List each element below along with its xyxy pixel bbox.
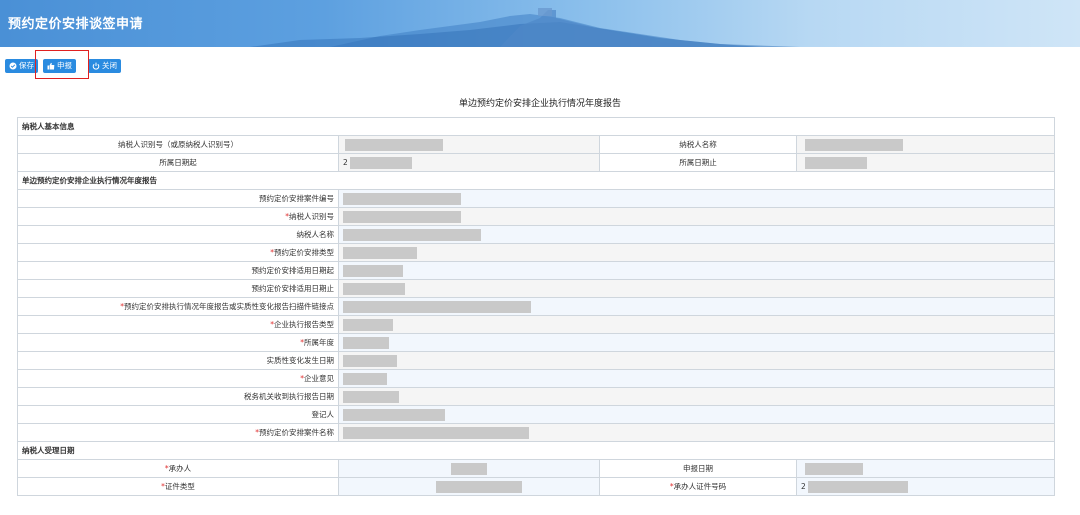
- power-icon: [92, 62, 100, 70]
- report-row: *所属年度: [17, 333, 1055, 352]
- section-acceptance-date: 纳税人受理日期: [17, 441, 1055, 460]
- close-button[interactable]: 关闭: [88, 59, 121, 73]
- report-row: *纳税人识别号: [17, 207, 1055, 226]
- cert-type-field[interactable]: [338, 477, 600, 496]
- cert-type-label: *证件类型: [17, 477, 339, 496]
- handler-label: *承办人: [17, 459, 339, 478]
- report-row: 预约定价安排案件编号: [17, 189, 1055, 208]
- report-row-field[interactable]: [338, 369, 1055, 388]
- report-row-label: 预约定价安排案件编号: [17, 189, 339, 208]
- report-row-label: *预约定价安排类型: [17, 243, 339, 262]
- annual-report-rows: 预约定价安排案件编号 *纳税人识别号 纳税人名称 *预约定价安排类型 预约定价安排适用日…: [17, 189, 1055, 442]
- page-title: 预约定价安排谈签申请: [8, 17, 144, 32]
- report-row: 预约定价安排适用日期止: [17, 279, 1055, 298]
- report-row-label: *纳税人识别号: [17, 207, 339, 226]
- report-row-label: 登记人: [17, 405, 339, 424]
- report-row-field[interactable]: [338, 351, 1055, 370]
- report-row: *企业意见: [17, 369, 1055, 388]
- section-basic-info: 纳税人基本信息: [17, 117, 1055, 136]
- report-row-field[interactable]: [338, 387, 1055, 406]
- report-row: 预约定价安排适用日期起: [17, 261, 1055, 280]
- report-row: 税务机关收到执行报告日期: [17, 387, 1055, 406]
- report-row-field[interactable]: [338, 243, 1055, 262]
- report-row-label: *预约定价安排案件名称: [17, 423, 339, 442]
- save-label: 保存: [19, 61, 34, 70]
- toolbar: 保存 申报 关闭: [0, 52, 1080, 78]
- save-button[interactable]: 保存: [5, 59, 38, 73]
- report-row-label: *企业意见: [17, 369, 339, 388]
- handler-cert-field[interactable]: 2: [796, 477, 1055, 496]
- report-row-label: *企业执行报告类型: [17, 315, 339, 334]
- form-title: 单边预约定价安排企业执行情况年度报告: [458, 99, 621, 109]
- handler-cert-label: *承办人证件号码: [599, 477, 797, 496]
- report-row-field[interactable]: [338, 423, 1055, 442]
- report-row-field[interactable]: [338, 207, 1055, 226]
- declare-date-label: 申报日期: [599, 459, 797, 478]
- report-row-field[interactable]: [338, 315, 1055, 334]
- check-circle-icon: [9, 62, 17, 70]
- report-row-field[interactable]: [338, 225, 1055, 244]
- app-header: 预约定价安排谈签申请: [0, 0, 1080, 47]
- report-row-field[interactable]: [338, 189, 1055, 208]
- period-end-label: 所属日期止: [599, 153, 797, 172]
- report-row: 纳税人名称: [17, 225, 1055, 244]
- report-row-label: *预约定价安排执行情况年度报告或实质性变化报告扫描件链接点: [17, 297, 339, 316]
- handler-field[interactable]: [338, 459, 600, 478]
- report-row-field[interactable]: [338, 333, 1055, 352]
- period-end-field[interactable]: [796, 153, 1055, 172]
- great-wall-banner: [250, 8, 800, 47]
- report-row: *企业执行报告类型: [17, 315, 1055, 334]
- report-row-label: 预约定价安排适用日期止: [17, 279, 339, 298]
- submit-highlight-box: [35, 50, 89, 79]
- report-row-field[interactable]: [338, 297, 1055, 316]
- report-row: 实质性变化发生日期: [17, 351, 1055, 370]
- taxpayer-name-label: 纳税人名称: [599, 135, 797, 154]
- report-row-field[interactable]: [338, 405, 1055, 424]
- report-row: 登记人: [17, 405, 1055, 424]
- report-row: *预约定价安排执行情况年度报告或实质性变化报告扫描件链接点: [17, 297, 1055, 316]
- report-form-table: 纳税人基本信息 纳税人识别号（或原纳税人识别号） 纳税人名称 所属日期起 2 所…: [17, 117, 1055, 496]
- section-annual-report: 单边预约定价安排企业执行情况年度报告: [17, 171, 1055, 190]
- report-row-label: 预约定价安排适用日期起: [17, 261, 339, 280]
- declare-date-field[interactable]: [796, 459, 1055, 478]
- report-row-label: 实质性变化发生日期: [17, 351, 339, 370]
- taxpayer-id-field[interactable]: [338, 135, 600, 154]
- report-row-label: 纳税人名称: [17, 225, 339, 244]
- report-row: *预约定价安排类型: [17, 243, 1055, 262]
- taxpayer-id-label: 纳税人识别号（或原纳税人识别号）: [17, 135, 339, 154]
- period-start-label: 所属日期起: [17, 153, 339, 172]
- period-start-field[interactable]: 2: [338, 153, 600, 172]
- report-row-label: *所属年度: [17, 333, 339, 352]
- report-row-field[interactable]: [338, 261, 1055, 280]
- report-row-field[interactable]: [338, 279, 1055, 298]
- report-row-label: 税务机关收到执行报告日期: [17, 387, 339, 406]
- taxpayer-name-field[interactable]: [796, 135, 1055, 154]
- report-row: *预约定价安排案件名称: [17, 423, 1055, 442]
- close-label: 关闭: [102, 61, 117, 70]
